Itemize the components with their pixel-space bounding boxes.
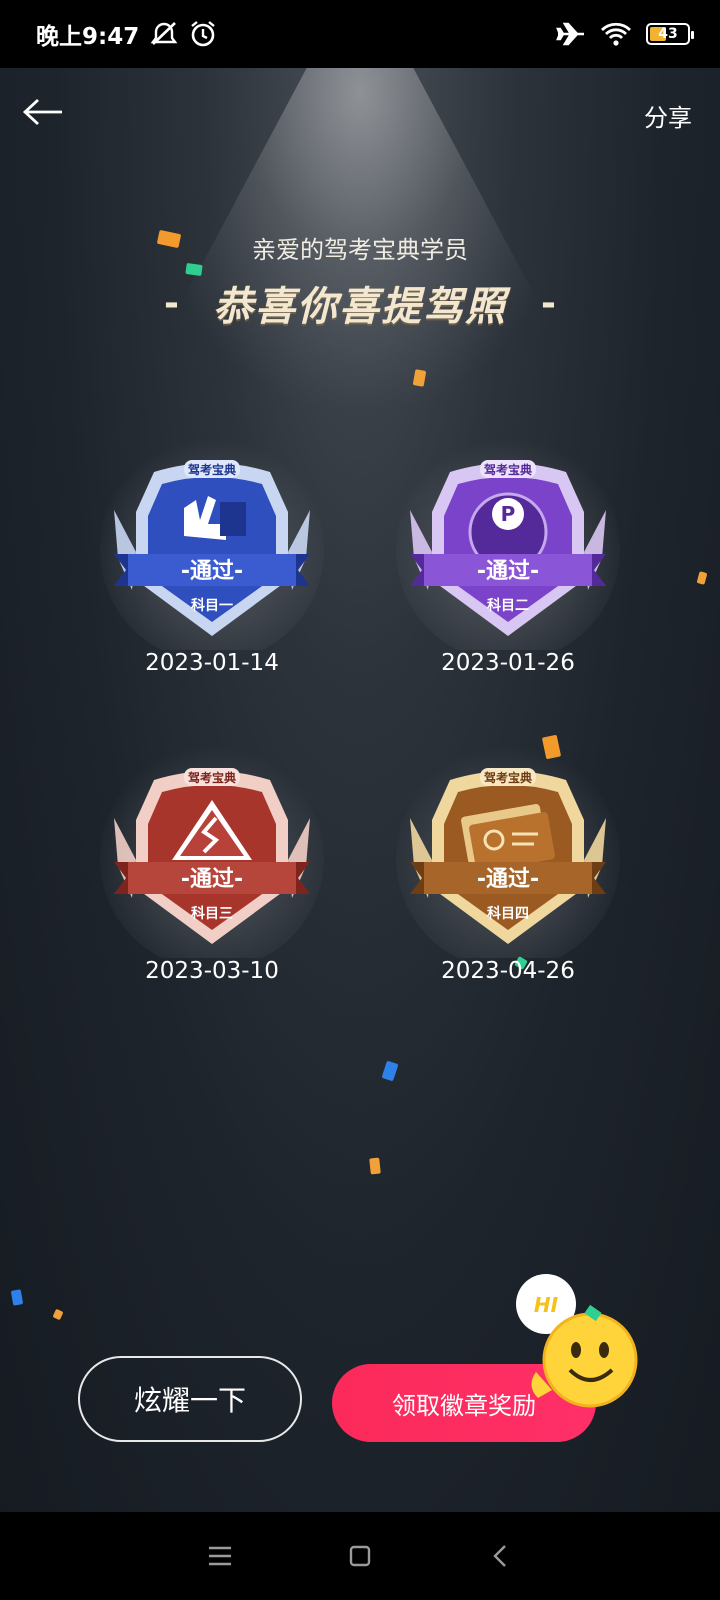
badge-brand: 驾考宝典 xyxy=(483,770,532,785)
home-icon xyxy=(349,1545,371,1567)
confetti xyxy=(369,1157,381,1175)
confetti xyxy=(185,262,203,277)
badge-subject-3-emblem: 驾考宝典 -通过- 科目三 xyxy=(100,748,324,958)
badge-subject-2[interactable]: 驾考宝典 P -通过- 科目二 2023-01-26 xyxy=(388,440,628,690)
greeting-headline: 恭喜你喜提驾照 xyxy=(213,284,507,330)
back-icon xyxy=(493,1545,506,1567)
mute-icon xyxy=(149,20,179,48)
svg-text:P: P xyxy=(501,502,516,526)
badge-brand: 驾考宝典 xyxy=(187,770,236,785)
greeting-subtitle: 亲爱的驾考宝典学员 xyxy=(252,236,468,264)
badge-ribbon: -通过- xyxy=(477,867,539,892)
badge-date: 2023-01-14 xyxy=(145,650,279,676)
status-bar: 晚上9:47 43 xyxy=(0,0,720,68)
headline-dash-left: - xyxy=(164,282,179,324)
badge-subject-1-emblem: 驾考宝典 -通过- 科目一 xyxy=(100,440,324,650)
system-nav-bar xyxy=(0,1512,720,1600)
battery-level: 43 xyxy=(658,26,678,42)
confetti xyxy=(696,571,708,585)
status-time: 晚上9:47 xyxy=(36,24,140,50)
badge-subject: 科目一 xyxy=(191,597,233,614)
status-left: 晚上9:47 xyxy=(36,17,217,51)
badge-subject: 科目四 xyxy=(487,905,529,922)
airplane-icon xyxy=(556,21,586,47)
alarm-icon xyxy=(189,20,217,48)
main-screen: 分享 亲爱的驾考宝典学员 - 恭喜你喜提驾照 - 驾考宝典 -通过- 科目一 2… xyxy=(0,68,720,1512)
back-arrow-icon xyxy=(22,98,62,126)
badge-ribbon: -通过- xyxy=(181,867,243,892)
mascot-speech: HI xyxy=(534,1293,559,1317)
badge-subject-2-emblem: 驾考宝典 P -通过- 科目二 xyxy=(396,440,620,650)
battery-icon: 43 xyxy=(646,23,694,45)
back-button[interactable] xyxy=(22,94,66,130)
badge-subject: 科目二 xyxy=(487,597,529,614)
share-button[interactable]: 分享 xyxy=(644,98,692,133)
smiley-mascot-icon[interactable]: HI xyxy=(512,1268,642,1418)
badge-ribbon: -通过- xyxy=(477,559,539,584)
badge-brand: 驾考宝典 xyxy=(483,462,532,477)
greeting-headline-row: - 恭喜你喜提驾照 - xyxy=(0,274,720,332)
confetti xyxy=(52,1308,64,1321)
confetti xyxy=(10,1289,24,1306)
badge-subject: 科目三 xyxy=(191,905,233,922)
badge-subject-4-emblem: 驾考宝典 -通过- 科目四 xyxy=(396,748,620,958)
home-button[interactable] xyxy=(340,1536,380,1576)
status-right: 43 xyxy=(556,21,694,47)
badge-ribbon: -通过- xyxy=(181,559,243,584)
badge-date: 2023-04-26 xyxy=(441,958,575,984)
badge-subject-1[interactable]: 驾考宝典 -通过- 科目一 2023-01-14 xyxy=(92,440,332,690)
nav-back-button[interactable] xyxy=(480,1536,520,1576)
badge-date: 2023-01-26 xyxy=(441,650,575,676)
wifi-icon xyxy=(600,21,632,47)
badge-date: 2023-03-10 xyxy=(145,958,279,984)
badge-subject-4[interactable]: 驾考宝典 -通过- 科目四 2023-04-26 xyxy=(388,748,628,998)
badge-subject-3[interactable]: 驾考宝典 -通过- 科目三 2023-03-10 xyxy=(92,748,332,998)
badge-brand: 驾考宝典 xyxy=(187,462,236,477)
menu-icon xyxy=(209,1546,231,1566)
headline-dash-right: - xyxy=(541,282,556,324)
confetti xyxy=(381,1060,399,1082)
show-off-button[interactable]: 炫耀一下 xyxy=(78,1356,302,1442)
menu-button[interactable] xyxy=(200,1536,240,1576)
